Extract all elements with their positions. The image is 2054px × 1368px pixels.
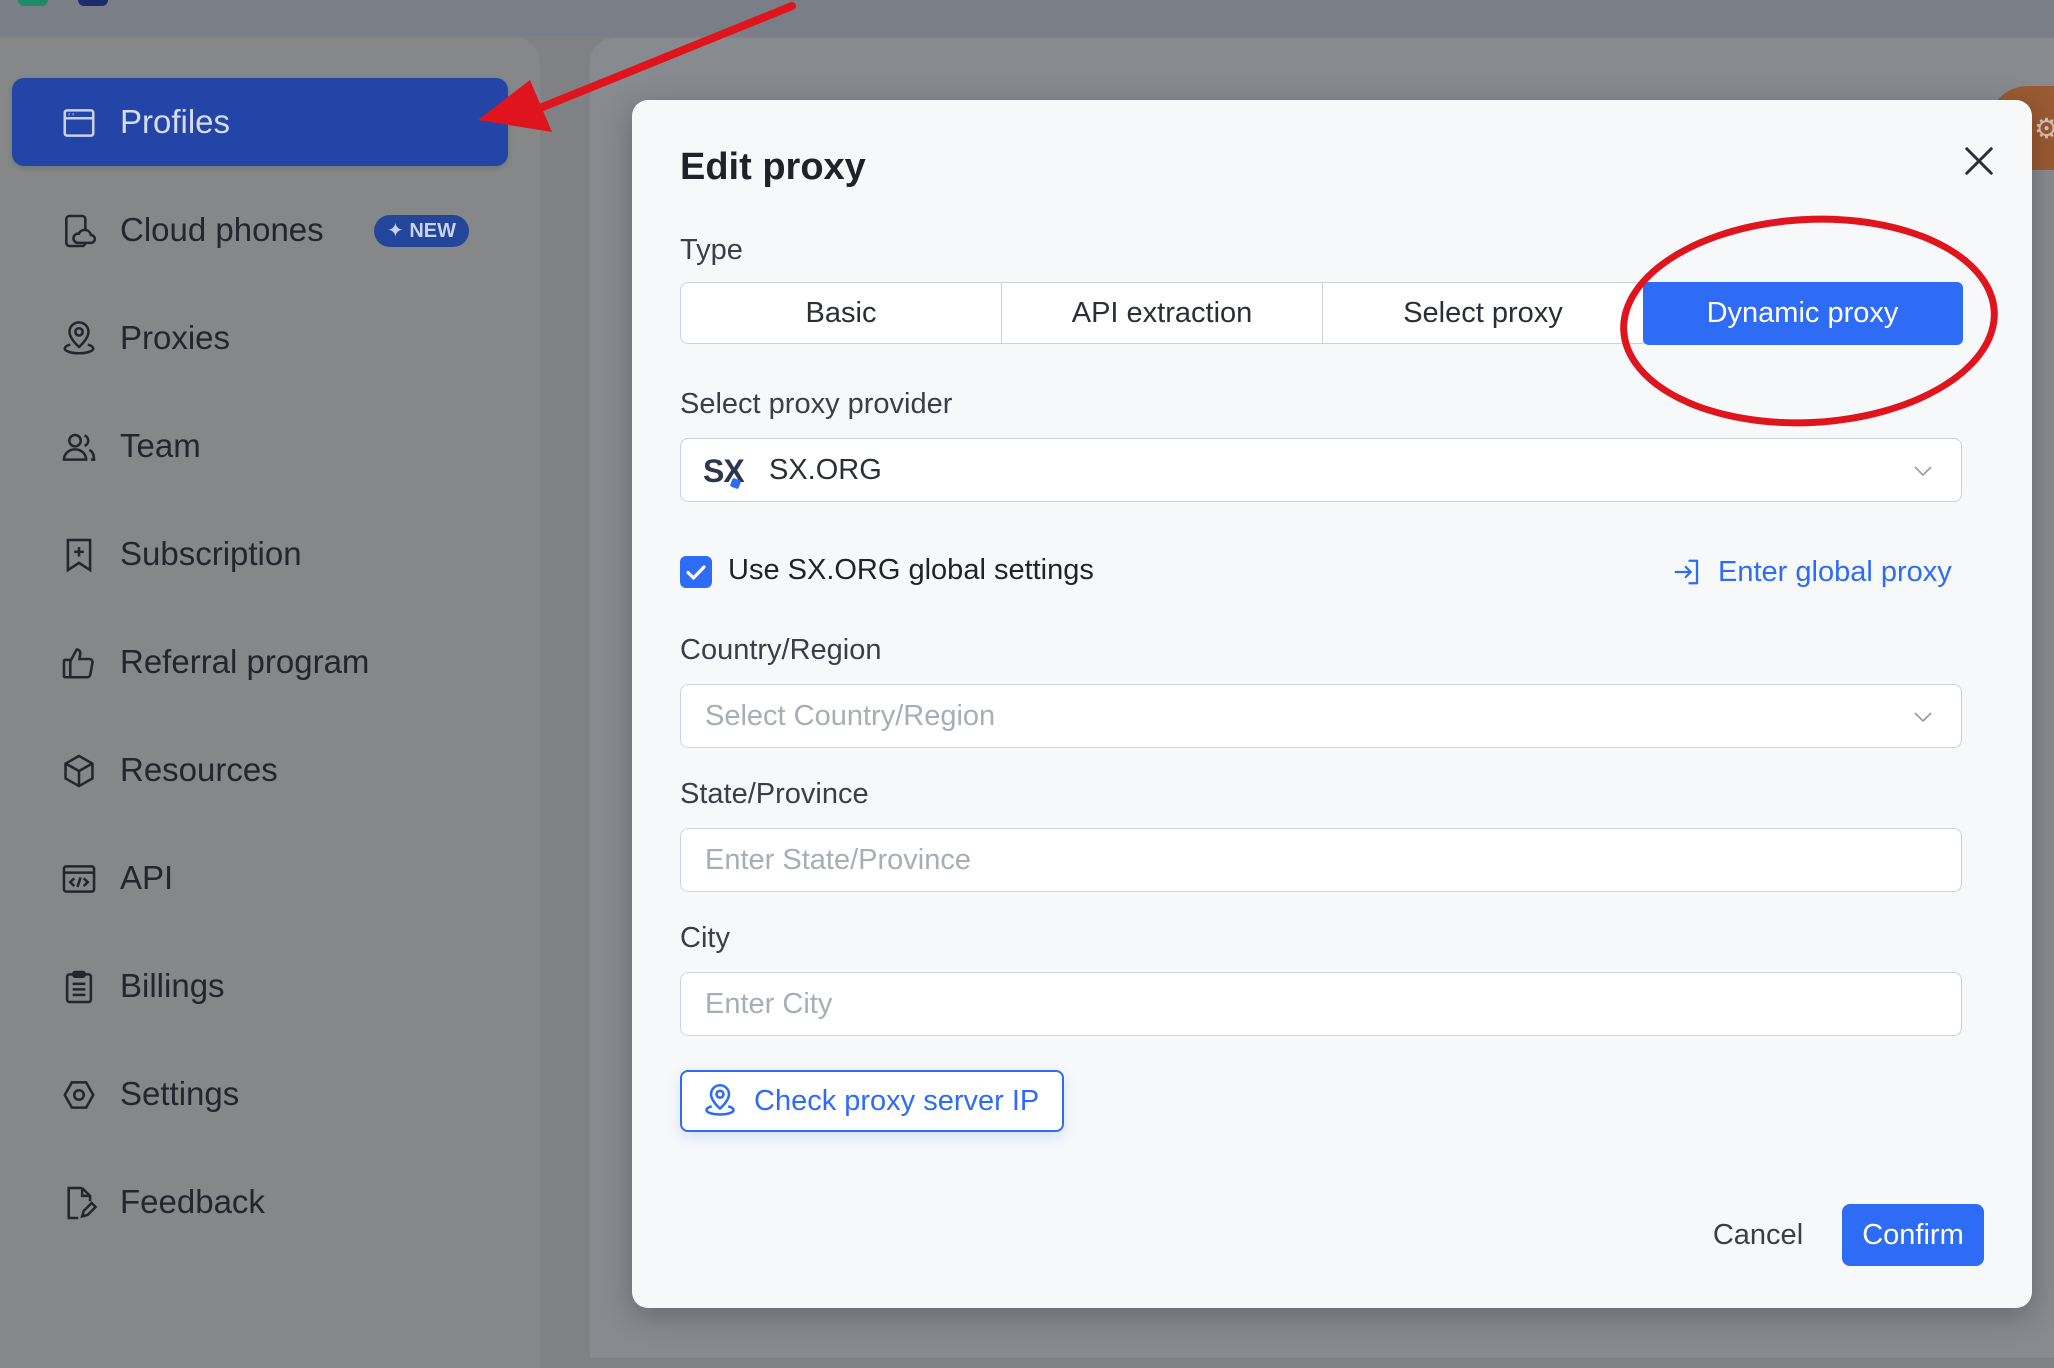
code-window-icon — [60, 860, 98, 898]
sidebar-item-team[interactable]: Team — [12, 402, 508, 490]
city-input[interactable]: Enter City — [680, 972, 1962, 1036]
sidebar-item-label: Cloud phones — [120, 211, 324, 248]
edit-document-icon — [60, 1184, 98, 1222]
close-icon[interactable] — [1958, 140, 2000, 182]
sidebar: Profiles Cloud phones ✦ NEW Proxies Team… — [0, 38, 540, 1368]
sidebar-item-resources[interactable]: Resources — [12, 726, 508, 814]
sidebar-item-cloud-phones[interactable]: Cloud phones ✦ NEW — [12, 186, 508, 274]
top-bar — [0, 0, 2054, 36]
team-icon — [60, 428, 98, 466]
clipboard-icon — [60, 968, 98, 1006]
type-option-select-proxy[interactable]: Select proxy — [1323, 283, 1644, 343]
type-label: Type — [680, 234, 743, 266]
sidebar-item-label: Feedback — [120, 1183, 265, 1220]
sidebar-item-subscription[interactable]: Subscription — [12, 510, 508, 598]
enter-global-proxy-label: Enter global proxy — [1718, 555, 1952, 588]
cube-icon — [60, 752, 98, 790]
cloud-phone-icon — [60, 212, 98, 250]
state-input[interactable]: Enter State/Province — [680, 828, 1962, 892]
sidebar-item-label: API — [120, 859, 174, 896]
type-option-basic[interactable]: Basic — [681, 283, 1002, 343]
new-badge: ✦ NEW — [374, 215, 469, 247]
enter-global-proxy-link[interactable]: Enter global proxy — [1672, 552, 1962, 592]
app-logo — [18, 0, 48, 6]
browser-window-icon — [60, 104, 98, 142]
sidebar-item-label: Billings — [120, 967, 225, 1004]
sidebar-item-billings[interactable]: Billings — [12, 942, 508, 1030]
city-label: City — [680, 922, 730, 954]
thumbs-up-icon — [60, 644, 98, 682]
country-label: Country/Region — [680, 634, 882, 666]
country-placeholder: Select Country/Region — [705, 700, 996, 732]
type-option-api-extraction[interactable]: API extraction — [1002, 283, 1323, 343]
sidebar-item-settings[interactable]: Settings — [12, 1050, 508, 1138]
app-logo-secondary — [78, 0, 108, 6]
settings-icon: ⚙ — [2034, 113, 2054, 144]
gear-hexagon-icon — [60, 1076, 98, 1114]
proxy-provider-select[interactable]: SX SX.ORG — [680, 438, 1962, 502]
country-select[interactable]: Select Country/Region — [680, 684, 1962, 748]
sidebar-item-label: Profiles — [120, 103, 231, 140]
chevron-down-icon — [1914, 712, 1932, 723]
login-arrow-icon — [1674, 559, 1699, 585]
check-proxy-ip-label: Check proxy server IP — [754, 1084, 1040, 1117]
sidebar-item-label: Settings — [120, 1075, 240, 1112]
sidebar-item-label: Proxies — [120, 319, 231, 356]
dialog-title: Edit proxy — [680, 146, 866, 188]
provider-value: SX.ORG — [769, 454, 882, 486]
state-label: State/Province — [680, 778, 869, 810]
sidebar-item-proxies[interactable]: Proxies — [12, 294, 508, 382]
use-global-settings-label: Use SX.ORG global settings — [728, 554, 1094, 586]
sidebar-item-profiles[interactable]: Profiles — [12, 78, 508, 166]
city-placeholder: Enter City — [705, 988, 833, 1020]
cancel-button[interactable]: Cancel — [1698, 1204, 1818, 1266]
sidebar-item-label: Referral program — [120, 643, 370, 680]
sx-org-logo: SX — [703, 453, 745, 489]
bookmark-plus-icon — [60, 536, 98, 574]
sidebar-item-label: Subscription — [120, 535, 302, 572]
sidebar-item-referral-program[interactable]: Referral program — [12, 618, 508, 706]
check-proxy-ip-button[interactable]: Check proxy server IP — [680, 1070, 1064, 1132]
sidebar-item-feedback[interactable]: Feedback — [12, 1158, 508, 1246]
location-pin-icon — [60, 320, 98, 358]
sidebar-item-label: Resources — [120, 751, 278, 788]
chevron-down-icon — [1914, 466, 1932, 477]
confirm-button[interactable]: Confirm — [1842, 1204, 1984, 1266]
provider-label: Select proxy provider — [680, 388, 953, 420]
sidebar-item-label: Team — [120, 427, 201, 464]
state-placeholder: Enter State/Province — [705, 844, 971, 876]
location-pin-icon — [705, 1083, 735, 1116]
use-global-settings-checkbox[interactable] — [680, 556, 712, 588]
sidebar-item-api[interactable]: API — [12, 834, 508, 922]
